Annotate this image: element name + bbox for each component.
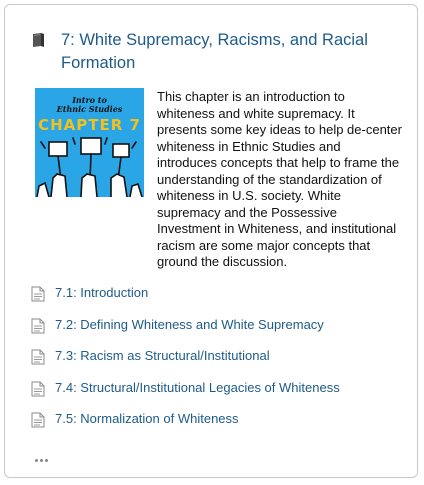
protest-signs-illustration: [36, 137, 143, 197]
chapter-title-link[interactable]: 7: White Supremacy, Racisms, and Racial …: [61, 29, 401, 75]
section-link[interactable]: 7.2: Defining Whiteness and White Suprem…: [55, 317, 324, 333]
chapter-card: 7: White Supremacy, Racisms, and Racial …: [4, 4, 418, 478]
cover-chapter-label: CHAPTER 7: [38, 116, 141, 134]
page-icon: [31, 412, 45, 428]
chapter-cover-image[interactable]: Intro to Ethnic Studies CHAPTER 7: [35, 88, 144, 197]
section-link[interactable]: 7.4: Structural/Institutional Legacies o…: [55, 380, 340, 396]
page-icon: [31, 318, 45, 333]
section-link[interactable]: 7.5: Normalization of Whiteness: [55, 411, 239, 427]
chapter-description: This chapter is an introduction to white…: [157, 89, 402, 269]
book-icon: [33, 33, 44, 47]
cover-subtitle: Intro to Ethnic Studies: [56, 95, 123, 114]
ellipsis-icon[interactable]: [35, 449, 53, 462]
page-icon: [31, 349, 45, 365]
page-icon: [31, 381, 45, 396]
section-link[interactable]: 7.1: Introduction: [55, 285, 148, 301]
page-icon: [31, 286, 45, 302]
section-link[interactable]: 7.3: Racism as Structural/Institutional: [55, 348, 270, 364]
